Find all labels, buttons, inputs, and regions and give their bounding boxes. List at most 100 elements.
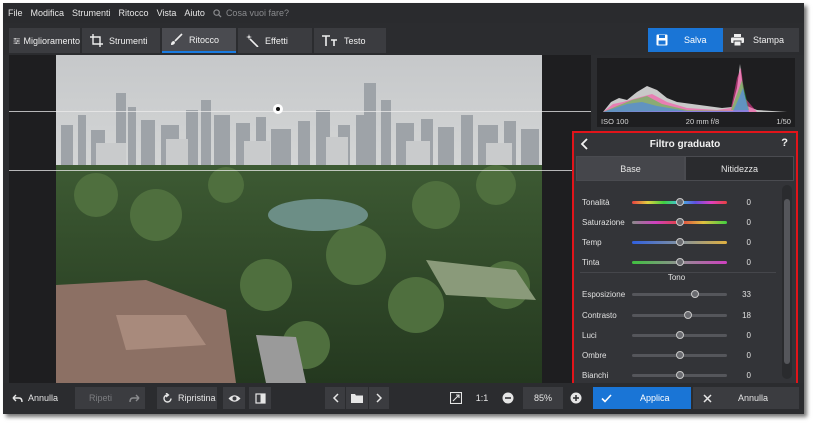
menu-strumenti[interactable]: Strumenti xyxy=(68,8,115,18)
tab-strumenti[interactable]: Strumenti xyxy=(82,28,160,53)
help-icon[interactable]: ? xyxy=(781,137,788,149)
slider-knob[interactable] xyxy=(690,289,699,298)
saturation-track[interactable] xyxy=(632,217,727,226)
zoom-out-icon xyxy=(502,392,514,404)
scrollbar-thumb[interactable] xyxy=(784,199,790,364)
toolbar: Miglioramento Strumenti Ritocco Effetti … xyxy=(3,23,804,55)
search-box[interactable]: Cosa vuoi fare? xyxy=(213,8,289,18)
redo-button[interactable]: Ripeti xyxy=(75,387,145,409)
slider-row-ombre: Ombre 0 xyxy=(574,348,779,362)
slider-label: Tinta xyxy=(582,257,600,267)
slider-knob[interactable] xyxy=(675,197,684,206)
slider-knob[interactable] xyxy=(675,370,684,379)
undo-label: Annulla xyxy=(28,393,59,403)
back-arrow-icon[interactable] xyxy=(580,138,588,150)
slider-knob[interactable] xyxy=(675,217,684,226)
fit-to-screen-button[interactable] xyxy=(447,387,465,409)
apply-button[interactable]: Applica xyxy=(593,387,691,409)
slider-knob[interactable] xyxy=(675,350,684,359)
slider-label: Tonalità xyxy=(582,197,610,207)
cancel-button[interactable]: Annulla xyxy=(693,387,799,409)
tab-testo[interactable]: Testo xyxy=(314,28,386,53)
whites-track[interactable] xyxy=(632,370,727,379)
search-placeholder: Cosa vuoi fare? xyxy=(225,8,289,18)
panel-scrollbar[interactable] xyxy=(782,185,792,379)
slider-knob[interactable] xyxy=(684,310,693,319)
tab-base[interactable]: Base xyxy=(576,156,685,181)
slider-value: 0 xyxy=(746,237,751,247)
hue-track[interactable] xyxy=(632,197,727,206)
reset-icon xyxy=(163,392,172,403)
slider-label: Ombre xyxy=(582,350,607,360)
sliders-icon xyxy=(13,37,20,44)
checkmark-icon xyxy=(601,393,612,403)
exposure-track[interactable] xyxy=(632,289,727,298)
gradient-center-handle[interactable] xyxy=(273,104,283,114)
slider-knob[interactable] xyxy=(675,257,684,266)
shadows-track[interactable] xyxy=(632,350,727,359)
slider-value: 0 xyxy=(746,197,751,207)
folder-icon xyxy=(351,394,363,403)
fit-screen-icon xyxy=(450,392,462,404)
slider-row-tonalita: Tonalità 0 xyxy=(574,195,779,209)
slider-label: Temp xyxy=(582,237,602,247)
print-button[interactable]: Stampa xyxy=(723,28,799,52)
search-icon xyxy=(213,8,222,18)
zoom-level[interactable]: 85% xyxy=(523,387,563,409)
zoom-in-button[interactable] xyxy=(567,387,585,409)
temperature-track[interactable] xyxy=(632,237,727,246)
image-canvas[interactable] xyxy=(9,55,591,383)
slider-label: Bianchi xyxy=(582,370,609,380)
reset-label: Ripristina xyxy=(178,393,216,403)
previous-image-button[interactable] xyxy=(325,387,345,409)
tab-label: Testo xyxy=(344,35,366,46)
slider-knob[interactable] xyxy=(675,237,684,246)
menu-vista[interactable]: Vista xyxy=(153,8,181,18)
chevron-right-icon xyxy=(375,393,382,403)
close-icon xyxy=(703,393,712,403)
menu-modifica[interactable]: Modifica xyxy=(27,8,69,18)
undo-icon xyxy=(12,394,23,402)
preview-toggle-button[interactable] xyxy=(223,387,245,409)
slider-label: Esposizione xyxy=(582,289,626,299)
slider-row-contrasto: Contrasto 18 xyxy=(574,308,779,322)
magic-wand-icon xyxy=(246,34,259,47)
tab-label: Strumenti xyxy=(109,35,148,46)
tab-label: Effetti xyxy=(265,35,288,46)
slider-value: 33 xyxy=(742,289,751,299)
actual-size-button[interactable]: 1:1 xyxy=(473,387,491,409)
slider-value: 0 xyxy=(746,350,751,360)
menu-aiuto[interactable]: Aiuto xyxy=(180,8,209,18)
contrast-track[interactable] xyxy=(632,310,727,319)
text-icon xyxy=(322,34,337,46)
lens-value: 20 mm f/8 xyxy=(685,116,720,126)
compare-button[interactable] xyxy=(249,387,271,409)
tab-label: Miglioramento xyxy=(23,35,80,46)
zoom-out-button[interactable] xyxy=(499,387,517,409)
panel-tabs: Base Nitidezza xyxy=(576,156,794,181)
cancel-label: Annulla xyxy=(738,393,769,403)
slider-row-temp: Temp 0 xyxy=(574,235,779,249)
bottom-bar: Annulla Ripeti Ripristina 1:1 85% Applic… xyxy=(3,383,804,414)
tab-miglioramento[interactable]: Miglioramento xyxy=(9,28,80,53)
next-image-button[interactable] xyxy=(369,387,389,409)
apply-label: Applica xyxy=(640,393,670,403)
gradient-line-bottom[interactable] xyxy=(9,170,591,171)
compare-icon xyxy=(254,392,266,404)
highlights-track[interactable] xyxy=(632,330,727,339)
undo-button[interactable]: Annulla xyxy=(7,387,69,409)
save-button[interactable]: Salva xyxy=(648,28,723,52)
tab-effetti[interactable]: Effetti xyxy=(238,28,312,53)
menu-file[interactable]: File xyxy=(3,8,27,18)
slider-row-luci: Luci 0 xyxy=(574,328,779,342)
tab-nitidezza[interactable]: Nitidezza xyxy=(685,156,794,181)
menu-ritocco[interactable]: Ritocco xyxy=(115,8,153,18)
tint-track[interactable] xyxy=(632,257,727,266)
tab-ritocco[interactable]: Ritocco xyxy=(162,28,236,53)
slider-label: Luci xyxy=(582,330,597,340)
slider-row-bianchi: Bianchi 0 xyxy=(574,368,779,382)
gradient-line-top[interactable] xyxy=(9,111,591,112)
slider-knob[interactable] xyxy=(675,330,684,339)
open-folder-button[interactable] xyxy=(346,387,368,409)
reset-button[interactable]: Ripristina xyxy=(157,387,217,409)
